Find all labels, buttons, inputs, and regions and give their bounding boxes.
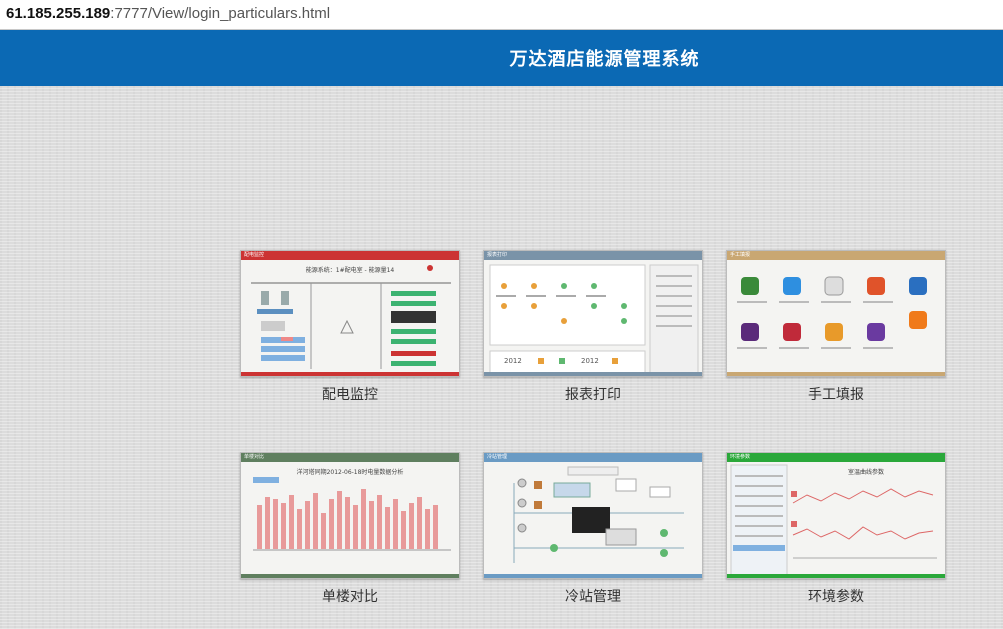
thumb-bar [273,499,278,549]
tile-label[interactable]: 冷站管理 [483,586,703,606]
thumb-year-right: 2012 [581,357,599,365]
app-header: 万达酒店能源管理系统 [0,30,1003,86]
page-title: 万达酒店能源管理系统 [509,49,700,70]
thumbnail-report-print: 报表打印 2012 2012 [483,250,703,377]
thumb-bottombar [241,574,459,578]
thumb-bar [337,491,342,549]
thumb-bar [297,509,302,549]
address-path: :7777/View/login_particulars.html [110,5,331,22]
address-bar[interactable]: 61.185.255.189:7777/View/login_particula… [0,0,1003,30]
thumbnail-power-monitor: 配电监控 能源系统：1#配电室 - 能源量14 [240,250,460,377]
thumb-bottombar [241,372,459,376]
thumbnail-manual-entry: 手工填报 [726,250,946,377]
thumb-bar [257,505,262,549]
tile-environment[interactable]: 环境参数 室温曲线参数 环境参数 [726,452,946,606]
thumb-year-left: 2012 [504,357,522,365]
thumbnail-building-compare: 单楼对比 洋河塔同期2012-06-18时电量数据分析 [240,452,460,579]
tile-label[interactable]: 报表打印 [483,384,703,404]
tile-building-compare[interactable]: 单楼对比 洋河塔同期2012-06-18时电量数据分析 单楼对比 [240,452,460,606]
thumb-bar [345,497,350,549]
thumb-bar [313,493,318,549]
cooling-diagram-graphic [513,466,684,563]
thumb-bar [289,495,294,549]
thumbnail-environment: 环境参数 室温曲线参数 [726,452,946,579]
thumb-bar [329,499,334,549]
thumb-bar [321,513,326,549]
thumb-bottombar [727,574,945,578]
tile-label[interactable]: 单楼对比 [240,586,460,606]
thumb-bar [393,499,398,549]
line-chart-graphic [730,464,937,576]
thumb-bar [377,495,382,549]
thumb-bar [433,505,438,549]
thumb-bar [305,501,310,549]
thumb-bar [353,505,358,549]
thumb-bottombar [484,372,702,376]
thumb-bar [361,489,366,549]
tile-label[interactable]: 配电监控 [240,384,460,404]
thumb-bar [369,501,374,549]
tile-power-monitor[interactable]: 配电监控 能源系统：1#配电室 - 能源量14 配电监控 [240,250,460,404]
thumb-bar [265,497,270,549]
tile-label[interactable]: 环境参数 [726,586,946,606]
app-icons-graphic [737,276,927,349]
thumb-bar [385,507,390,549]
thumb-bar [417,497,422,549]
thumbnail-cooling-station: 冷站管理 [483,452,703,579]
power-diagram-graphic [251,265,451,369]
tile-manual-entry[interactable]: 手工填报 手工填报 [726,250,946,404]
thumb-bar [401,511,406,549]
tile-label[interactable]: 手工填报 [726,384,946,404]
thumb-bottombar [484,574,702,578]
thumb-bottombar [727,372,945,376]
tile-report-print[interactable]: 报表打印 2012 2012 报表打印 [483,250,703,404]
thumb-bar [425,509,430,549]
address-host: 61.185.255.189 [6,5,111,22]
thumb-bar [409,503,414,549]
thumb-bar [281,503,286,549]
bar-chart-graphic [253,477,451,551]
module-grid: 配电监控 能源系统：1#配电室 - 能源量14 配电监控 报表打印 2012 2… [0,86,1003,629]
tile-cooling-station[interactable]: 冷站管理 冷站管理 [483,452,703,606]
